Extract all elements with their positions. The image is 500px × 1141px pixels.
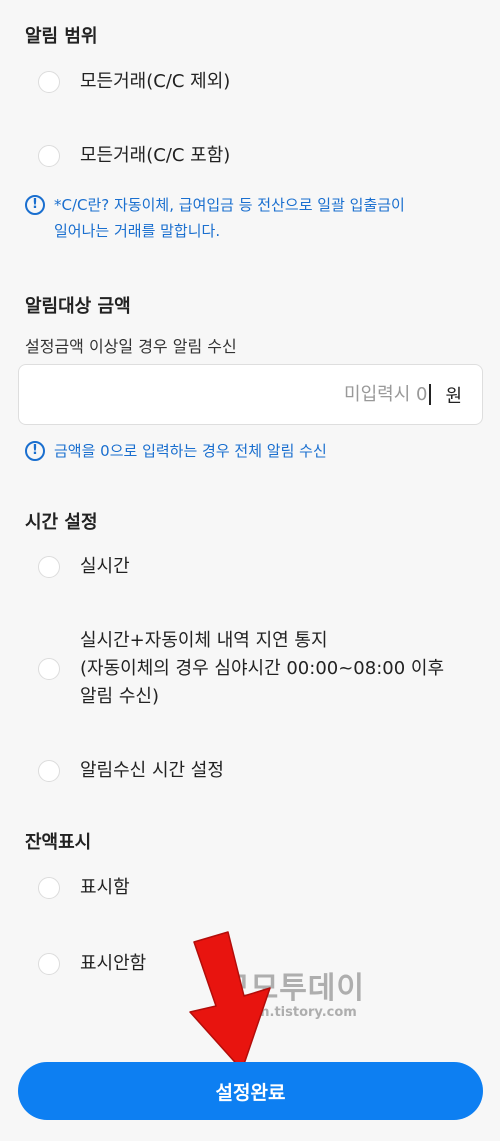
radio-circle-icon[interactable] [38,953,60,975]
radio-label: 모든거래(C/C 제외) [80,71,231,92]
radio-circle-icon[interactable] [38,760,60,782]
info-line: *C/C란? 자동이체, 급여입금 등 전산으로 일괄 입출금이 [54,196,405,214]
radio-label: 모든거래(C/C 포함) [80,145,231,166]
amount-input[interactable] [131,384,432,405]
radio-circle-icon[interactable] [38,658,60,680]
radio-label-line: (자동이체의 경우 심야시간 00:00~08:00 이후 [80,658,445,679]
amount-info-note: ! 금액을 0으로 입력하는 경우 전체 알림 수신 [25,438,470,464]
radio-circle-icon[interactable] [38,71,60,93]
amount-unit: 원 [445,385,462,407]
radio-label-line: 실시간+자동이체 내역 지연 통지 [80,630,328,651]
radio-realtime-delayed[interactable]: 실시간+자동이체 내역 지연 통지 (자동이체의 경우 심야시간 00:00~0… [38,627,480,711]
time-title: 시간 설정 [25,512,98,533]
radio-all-excluding-cc[interactable]: 모든거래(C/C 제외) [38,68,480,96]
red-arrow-icon [189,931,271,1071]
radio-label: 실시간+자동이체 내역 지연 통지 (자동이체의 경우 심야시간 00:00~0… [80,627,444,711]
radio-label-line: 알림 수신) [80,686,159,707]
radio-all-including-cc[interactable]: 모든거래(C/C 포함) [38,142,480,170]
info-exclamation-icon: ! [25,441,45,461]
amount-title: 알림대상 금액 [25,296,131,317]
radio-realtime[interactable]: 실시간 [38,553,480,581]
info-exclamation-icon: ! [25,195,45,215]
radio-circle-icon[interactable] [38,556,60,578]
radio-label: 알림수신 시간 설정 [80,760,224,781]
alert-scope-title: 알림 범위 [25,26,98,47]
radio-label: 표시안함 [80,953,147,974]
radio-circle-icon[interactable] [38,877,60,899]
cc-info-note: ! *C/C란? 자동이체, 급여입금 등 전산으로 일괄 입출금이 일어나는 … [25,192,470,244]
radio-label: 실시간 [80,556,130,577]
info-text: 금액을 0으로 입력하는 경우 전체 알림 수신 [54,442,327,460]
submit-button[interactable]: 설정완료 [18,1062,483,1120]
radio-label: 표시함 [80,877,130,898]
alert-settings-page: 알림 범위 모든거래(C/C 제외) 모든거래(C/C 포함) ! *C/C란?… [0,0,500,1141]
radio-circle-icon[interactable] [38,145,60,167]
info-line: 일어나는 거래를 말합니다. [54,222,221,240]
radio-show-balance[interactable]: 표시함 [38,874,480,902]
balance-title: 잔액표시 [25,832,92,853]
info-text: *C/C란? 자동이체, 급여입금 등 전산으로 일괄 입출금이 일어나는 거래… [54,192,405,244]
amount-subtitle: 설정금액 이상일 경우 알림 수신 [25,337,237,356]
radio-custom-time[interactable]: 알림수신 시간 설정 [38,757,480,785]
amount-field[interactable]: 원 [18,364,483,425]
